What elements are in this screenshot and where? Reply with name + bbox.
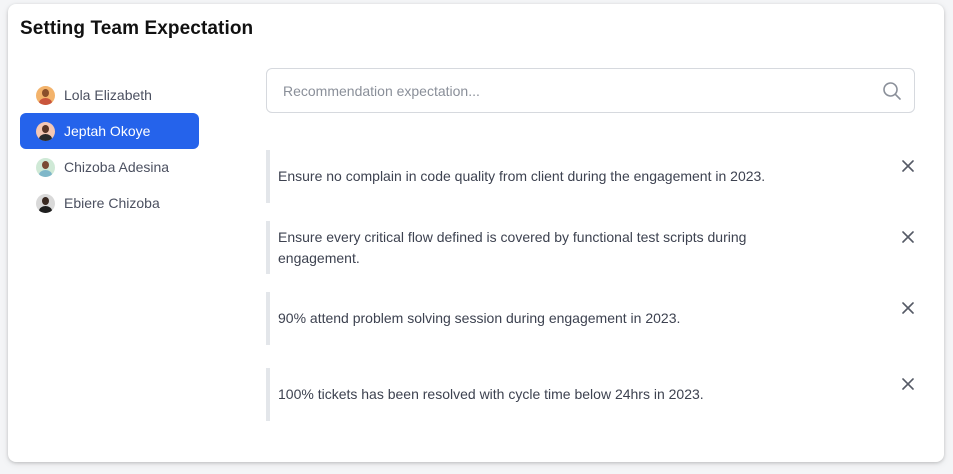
search-input[interactable] bbox=[283, 82, 882, 99]
remove-expectation-button[interactable] bbox=[900, 229, 916, 245]
page-title: Setting Team Expectation bbox=[20, 18, 254, 39]
close-icon bbox=[902, 231, 914, 243]
search-icon[interactable] bbox=[882, 81, 902, 101]
avatar bbox=[36, 193, 55, 213]
expectation-item: 100% tickets has been resolved with cycl… bbox=[266, 368, 916, 421]
expectation-text: Ensure no complain in code quality from … bbox=[278, 168, 766, 184]
member-item-jeptah-okoye[interactable]: Jeptah Okoye bbox=[20, 113, 199, 149]
close-icon bbox=[902, 302, 914, 314]
close-icon bbox=[902, 378, 914, 390]
member-item-lola-elizabeth[interactable]: Lola Elizabeth bbox=[20, 77, 199, 113]
close-icon bbox=[902, 160, 914, 172]
search-box bbox=[266, 68, 915, 113]
expectation-item: Ensure every critical flow defined is co… bbox=[266, 221, 916, 274]
expectation-item: 90% attend problem solving session durin… bbox=[266, 292, 916, 345]
member-name: Chizoba Adesina bbox=[64, 159, 170, 175]
avatar bbox=[36, 121, 55, 141]
member-name: Ebiere Chizoba bbox=[64, 195, 160, 211]
team-expectation-card: Setting Team Expectation Lola Elizabeth … bbox=[8, 4, 944, 462]
member-name: Jeptah Okoye bbox=[64, 123, 151, 139]
member-name: Lola Elizabeth bbox=[64, 87, 152, 103]
member-item-chizoba-adesina[interactable]: Chizoba Adesina bbox=[20, 149, 199, 185]
member-item-ebiere-chizoba[interactable]: Ebiere Chizoba bbox=[20, 185, 199, 221]
expectation-item: Ensure no complain in code quality from … bbox=[266, 150, 916, 203]
remove-expectation-button[interactable] bbox=[900, 158, 916, 174]
avatar bbox=[36, 85, 55, 105]
avatar bbox=[36, 157, 55, 177]
expectation-text: 100% tickets has been resolved with cycl… bbox=[278, 386, 704, 402]
member-list: Lola Elizabeth Jeptah Okoye Chizoba Ades… bbox=[20, 77, 199, 221]
expectation-text: 90% attend problem solving session durin… bbox=[278, 310, 681, 326]
remove-expectation-button[interactable] bbox=[900, 300, 916, 316]
remove-expectation-button[interactable] bbox=[900, 376, 916, 392]
expectation-text: Ensure every critical flow defined is co… bbox=[278, 228, 747, 266]
